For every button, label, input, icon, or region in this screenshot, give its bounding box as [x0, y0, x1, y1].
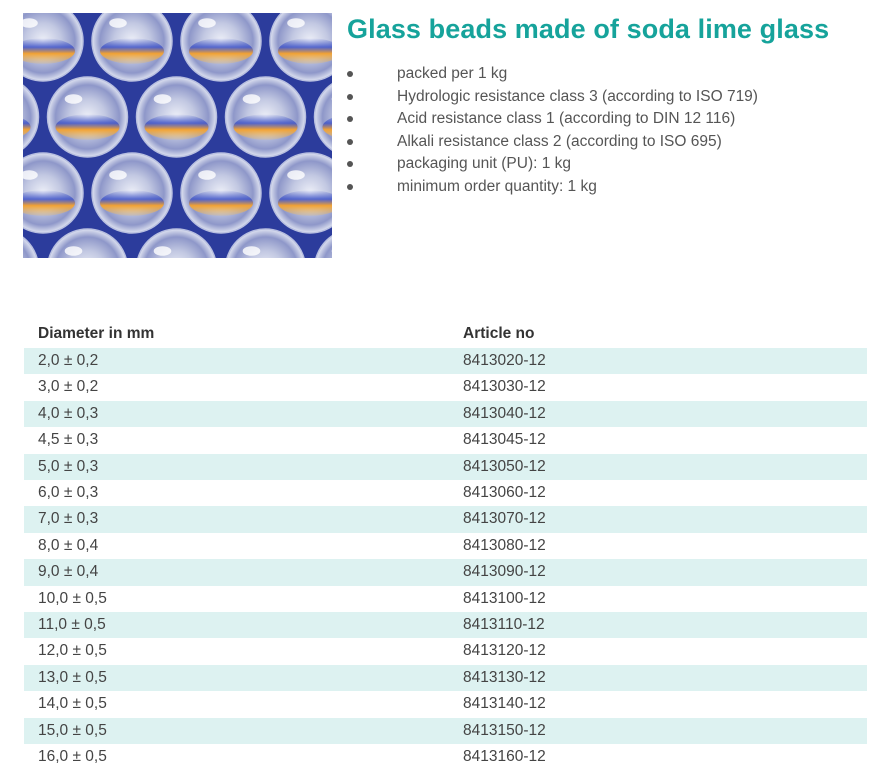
table-row: 7,0 ± 0,3 8413070-12: [24, 506, 867, 533]
feature-text: packed per 1 kg: [397, 65, 508, 82]
table-row: 2,0 ± 0,2 8413020-12: [24, 348, 867, 375]
glass-bead: [46, 76, 129, 158]
feature-item: minimum order quantity: 1 kg: [347, 176, 867, 199]
feature-text: Hydrologic resistance class 3 (according…: [397, 87, 758, 105]
table-row: 5,0 ± 0,3 8413050-12: [24, 453, 867, 481]
page-title: Glass beads made of soda lime glass: [347, 14, 830, 44]
diameter-cell: 16,0 ± 0,5: [38, 748, 107, 766]
article-table: Diameter in mm Article no 2,0 ± 0,2 84130…: [24, 320, 867, 771]
glass-bead: [224, 76, 307, 158]
table-row: 13,0 ± 0,5 8413130-12: [24, 664, 867, 692]
feature-item: Hydrologic resistance class 3 (according…: [347, 86, 867, 109]
article-no-cell: 8413100-12: [463, 589, 546, 607]
table-row: 11,0 ± 0,5 8413110-12: [24, 612, 867, 639]
feature-item: packaging unit (PU): 1 kg: [347, 153, 867, 176]
bullet-icon: [347, 93, 353, 100]
table-row: 12,0 ± 0,5 8413120-12: [24, 638, 867, 664]
diameter-cell: 12,0 ± 0,5: [38, 642, 107, 660]
article-no-cell: 8413120-12: [463, 642, 546, 660]
diameter-cell: 11,0 ± 0,5: [38, 616, 106, 634]
feature-item: Alkali resistance class 2 (according to …: [347, 131, 867, 154]
column-header-article-no: Article no: [463, 325, 535, 342]
article-no-cell: 8413070-12: [463, 510, 546, 528]
diameter-cell: 3,0 ± 0,2: [38, 378, 99, 396]
bullet-icon: [347, 116, 353, 122]
glass-bead: [135, 76, 218, 158]
table-header-row: Diameter in mm Article no: [24, 320, 867, 348]
article-no-cell: 8413040-12: [463, 404, 546, 422]
table-row: 9,0 ± 0,4 8413090-12: [24, 559, 867, 586]
table-row: 4,0 ± 0,3 8413040-12: [24, 400, 867, 428]
diameter-cell: 10,0 ± 0,5: [38, 589, 107, 607]
bullet-icon: [347, 161, 353, 167]
article-no-cell: 8413140-12: [463, 695, 546, 713]
column-header-diameter: Diameter in mm: [38, 325, 155, 342]
article-no-cell: 8413050-12: [463, 457, 546, 475]
feature-text: packaging unit (PU): 1 kg: [397, 155, 572, 172]
glass-bead: [91, 152, 173, 234]
diameter-cell: 4,0 ± 0,3: [38, 404, 99, 422]
glass-beads-photo: [23, 13, 332, 258]
table-row: 16,0 ± 0,5 8413160-12: [24, 744, 867, 770]
article-no-cell: 8413030-12: [463, 378, 546, 396]
article-no-cell: 8413020-12: [463, 352, 546, 369]
article-no-cell: 8413130-12: [463, 668, 546, 686]
article-no-cell: 8413160-12: [463, 748, 546, 766]
article-no-cell: 8413060-12: [463, 484, 546, 502]
diameter-cell: 4,5 ± 0,3: [38, 431, 99, 449]
diameter-cell: 14,0 ± 0,5: [38, 695, 107, 713]
diameter-cell: 8,0 ± 0,4: [38, 536, 99, 554]
table-row: 8,0 ± 0,4 8413080-12: [24, 533, 867, 559]
feature-text: Alkali resistance class 2 (according to …: [397, 132, 722, 150]
feature-item: packed per 1 kg: [347, 63, 867, 86]
bullet-icon: [347, 71, 353, 77]
article-no-cell: 8413090-12: [463, 563, 546, 581]
bullet-icon: [347, 138, 353, 145]
table-row: 6,0 ± 0,3 8413060-12: [24, 480, 867, 506]
diameter-cell: 15,0 ± 0,5: [38, 721, 107, 739]
glass-bead: [180, 152, 262, 234]
diameter-cell: 5,0 ± 0,3: [38, 457, 99, 475]
feature-item: Acid resistance class 1 (according to DI…: [347, 108, 867, 131]
diameter-cell: 2,0 ± 0,2: [38, 352, 99, 369]
article-no-cell: 8413110-12: [463, 616, 545, 634]
table-row: 3,0 ± 0,2 8413030-12: [24, 374, 867, 400]
table-row: 10,0 ± 0,5 8413100-12: [24, 586, 867, 612]
table-row: 15,0 ± 0,5 8413150-12: [24, 717, 867, 745]
feature-list: packed per 1 kg Hydrologic resistance cl…: [347, 63, 867, 198]
table-row: 14,0 ± 0,5 8413140-12: [24, 691, 867, 717]
diameter-cell: 9,0 ± 0,4: [38, 563, 99, 581]
article-no-cell: 8413045-12: [463, 431, 546, 449]
diameter-cell: 13,0 ± 0,5: [38, 668, 107, 686]
feature-text: minimum order quantity: 1 kg: [397, 177, 597, 195]
diameter-cell: 7,0 ± 0,3: [38, 510, 99, 528]
feature-text: Acid resistance class 1 (according to DI…: [397, 110, 736, 127]
article-no-cell: 8413150-12: [463, 721, 546, 739]
diameter-cell: 6,0 ± 0,3: [38, 484, 99, 502]
bullet-icon: [347, 183, 353, 190]
article-no-cell: 8413080-12: [463, 536, 546, 554]
table-row: 4,5 ± 0,3 8413045-12: [24, 427, 867, 453]
